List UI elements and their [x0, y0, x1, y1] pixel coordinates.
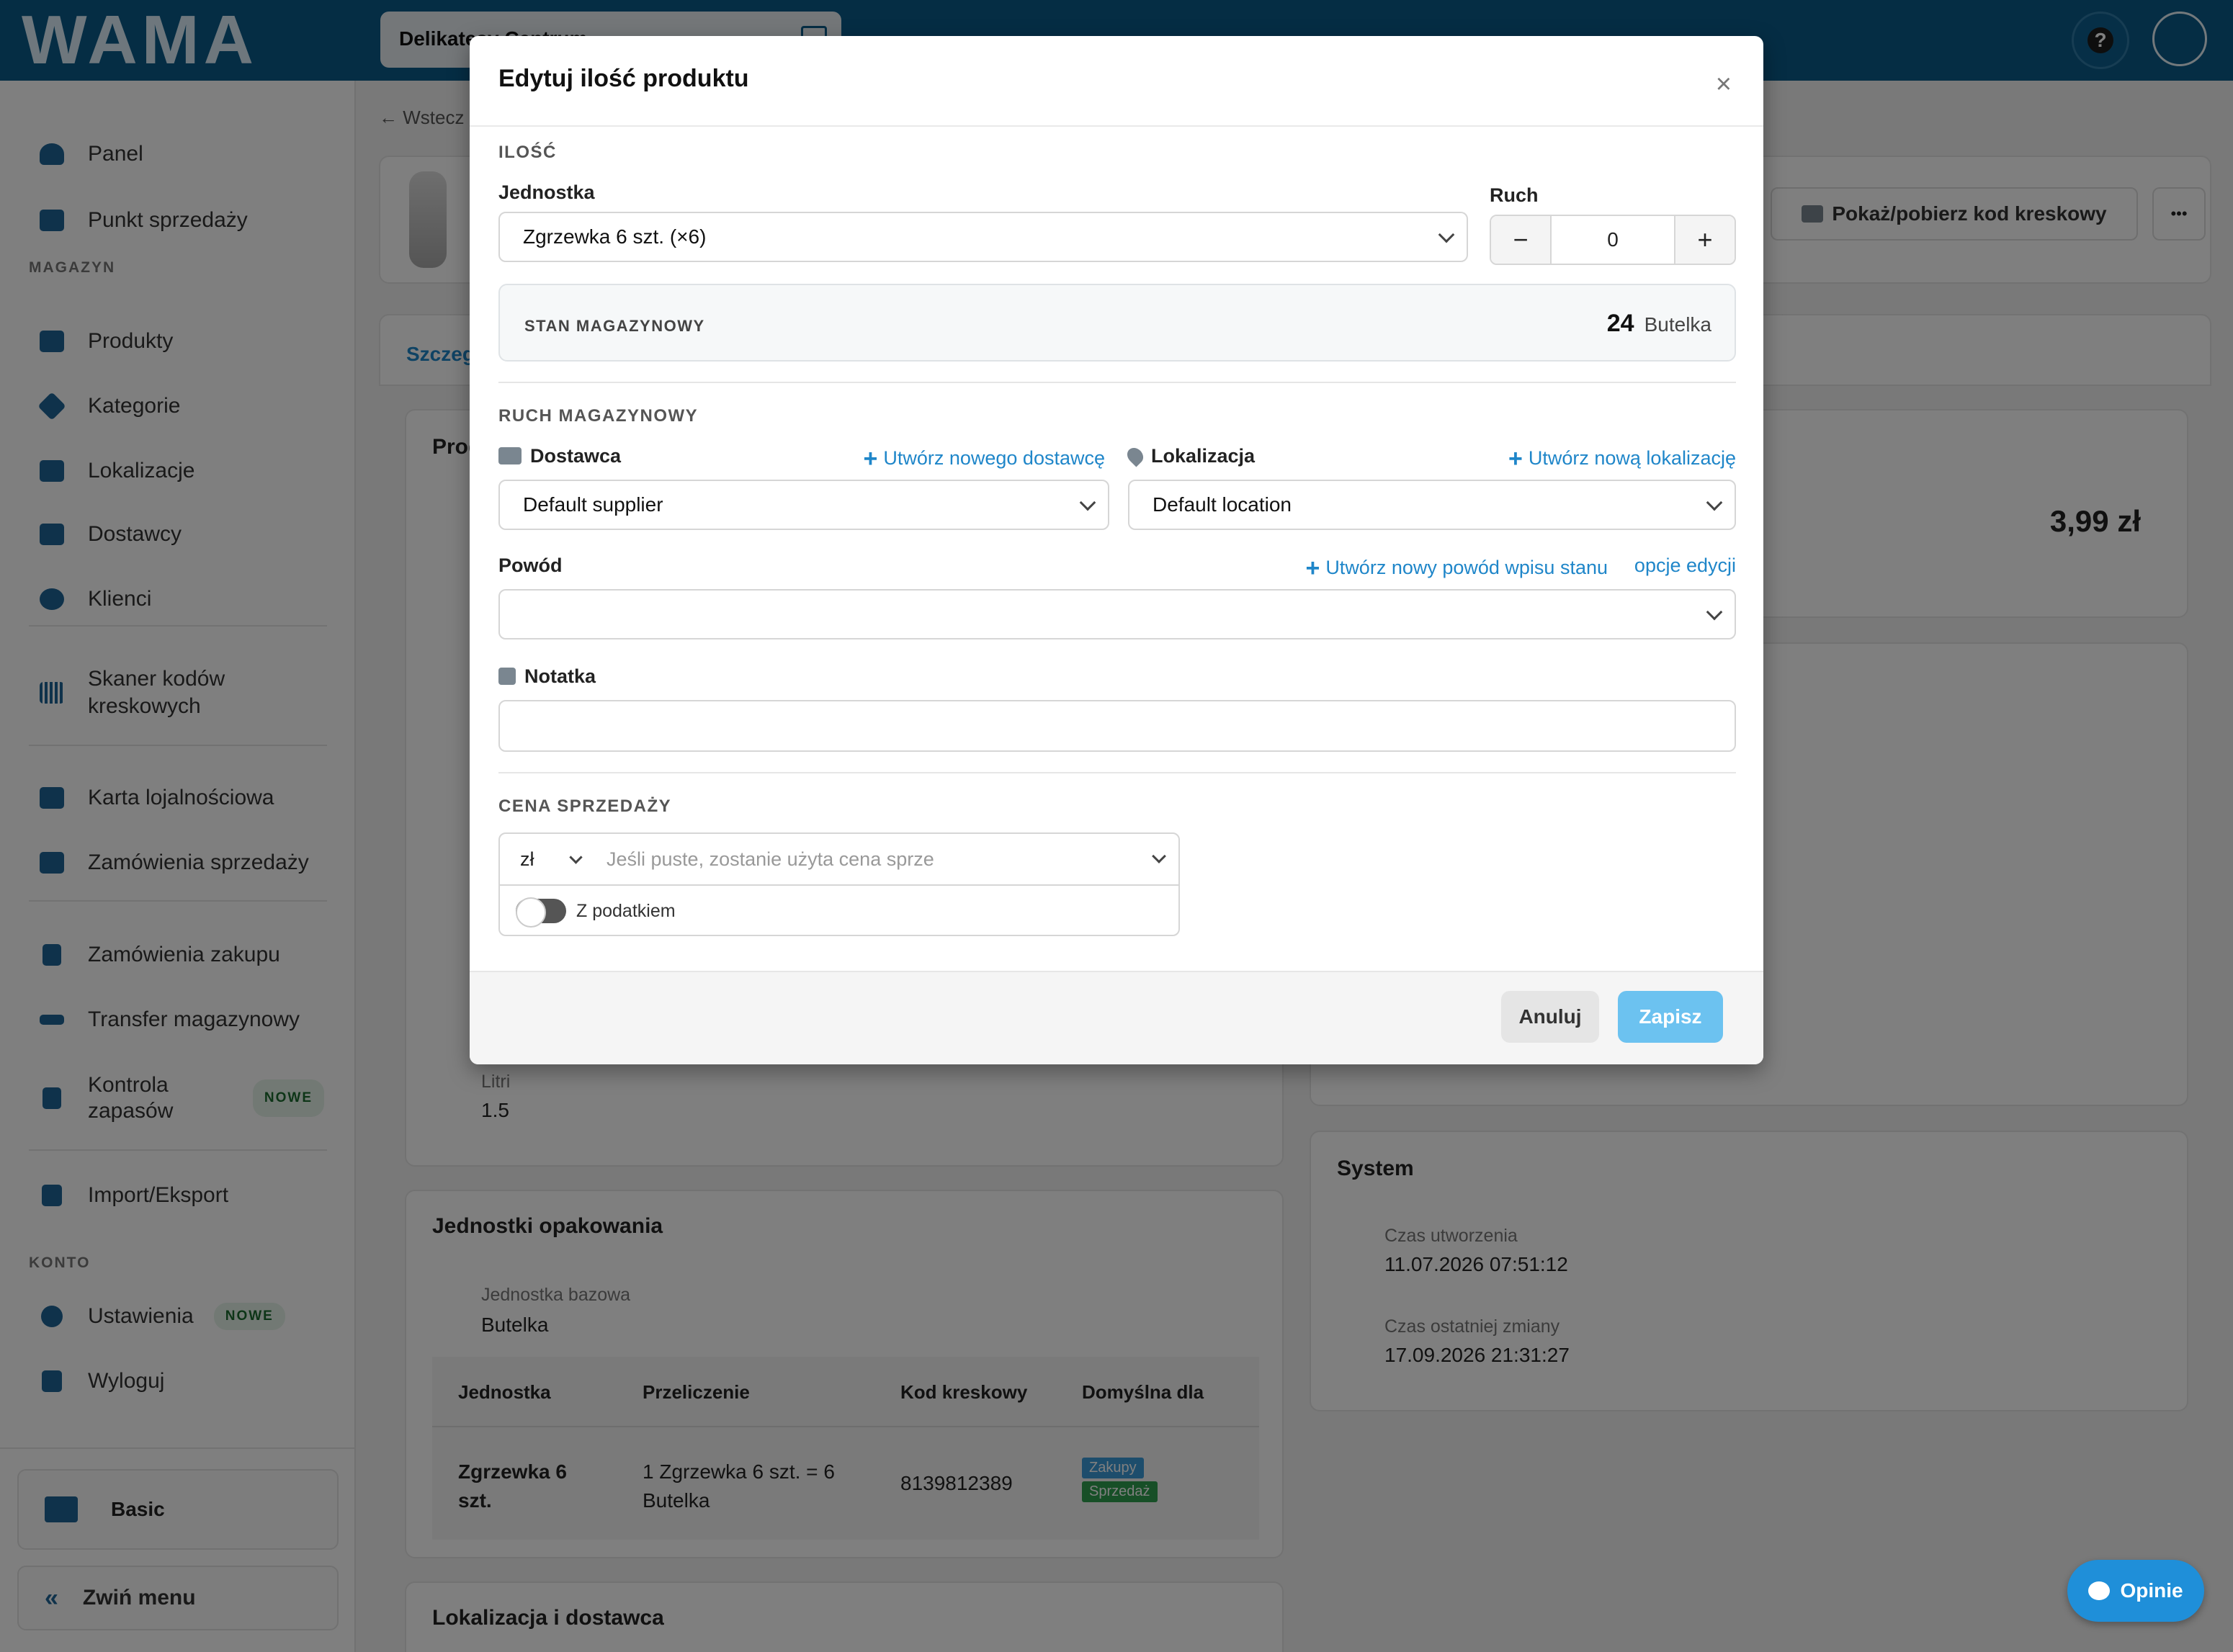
- modal-header: Edytuj ilość produktu ×: [470, 36, 1763, 127]
- section-stock-movement: RUCH MAGAZYNOWY: [498, 406, 699, 426]
- close-icon[interactable]: ×: [1716, 71, 1732, 98]
- truck-icon: [498, 447, 522, 464]
- map-marker-icon: [1124, 444, 1147, 467]
- stock-value: 24 Butelka: [1606, 310, 1711, 337]
- chat-icon: [2088, 1581, 2111, 1600]
- edit-options-link[interactable]: opcje edycji: [1634, 555, 1736, 577]
- decrement-button[interactable]: −: [1491, 216, 1550, 264]
- with-tax-toggle[interactable]: [516, 897, 566, 928]
- location-label: Lokalizacja: [1124, 444, 1255, 467]
- feedback-button[interactable]: Opinie: [2067, 1560, 2204, 1622]
- plus-icon: +: [863, 445, 878, 472]
- section-sale-price: CENA SPRZEDAŻY: [498, 796, 672, 816]
- modal-footer: Anuluj Zapisz: [470, 971, 1763, 1064]
- edit-quantity-modal: Edytuj ilość produktu × ILOŚĆ Jednostka …: [470, 36, 1763, 1064]
- divider: [498, 382, 1736, 383]
- section-quantity: ILOŚĆ: [498, 143, 557, 162]
- with-tax-row: Z podatkiem: [516, 897, 676, 928]
- chevron-down-icon: [569, 850, 583, 864]
- supplier-select[interactable]: Default supplier: [498, 480, 1109, 530]
- plus-icon: +: [1508, 445, 1523, 472]
- modal-title: Edytuj ilość produktu: [498, 65, 749, 92]
- cancel-button[interactable]: Anuluj: [1501, 991, 1599, 1043]
- quantity-stepper: − 0 +: [1490, 215, 1736, 265]
- location-select[interactable]: Default location: [1128, 480, 1736, 530]
- price-input[interactable]: Jeśli puste, zostanie użyta cena sprze: [607, 848, 934, 871]
- chevron-down-icon: [1438, 226, 1455, 243]
- reason-label: Powód: [498, 555, 563, 576]
- chevron-down-icon: [1079, 494, 1096, 511]
- create-supplier-link[interactable]: + Utwórz nowego dostawcę: [863, 445, 1105, 473]
- quantity-input[interactable]: 0: [1550, 216, 1675, 264]
- create-location-link[interactable]: + Utwórz nową lokalizację: [1508, 445, 1736, 473]
- stock-level-box: STAN MAGAZYNOWY 24 Butelka: [498, 284, 1736, 362]
- unit-select[interactable]: Zgrzewka 6 szt. (×6): [498, 212, 1468, 262]
- save-button[interactable]: Zapisz: [1618, 991, 1723, 1043]
- sticky-note-icon: [498, 668, 516, 685]
- with-tax-label: Z podatkiem: [576, 900, 676, 921]
- stock-label: STAN MAGAZYNOWY: [524, 317, 705, 335]
- note-label: Notatka: [498, 665, 596, 688]
- chevron-down-icon: [1706, 603, 1723, 621]
- plus-icon: +: [1305, 555, 1320, 582]
- supplier-label: Dostawca: [498, 445, 621, 467]
- chevron-down-icon: [1152, 849, 1166, 863]
- chevron-down-icon: [1706, 494, 1723, 511]
- unit-label: Jednostka: [498, 181, 595, 203]
- note-input[interactable]: [498, 700, 1736, 752]
- increment-button[interactable]: +: [1675, 216, 1735, 264]
- reason-select[interactable]: [498, 589, 1736, 639]
- price-input-group: zł Jeśli puste, zostanie użyta cena sprz…: [498, 832, 1180, 936]
- price-row: zł Jeśli puste, zostanie użyta cena sprz…: [500, 834, 1178, 886]
- currency-select[interactable]: zł: [500, 834, 607, 884]
- move-label: Ruch: [1490, 184, 1539, 206]
- create-reason-link[interactable]: + Utwórz nowy powód wpisu stanu: [1305, 555, 1608, 583]
- divider: [498, 772, 1736, 773]
